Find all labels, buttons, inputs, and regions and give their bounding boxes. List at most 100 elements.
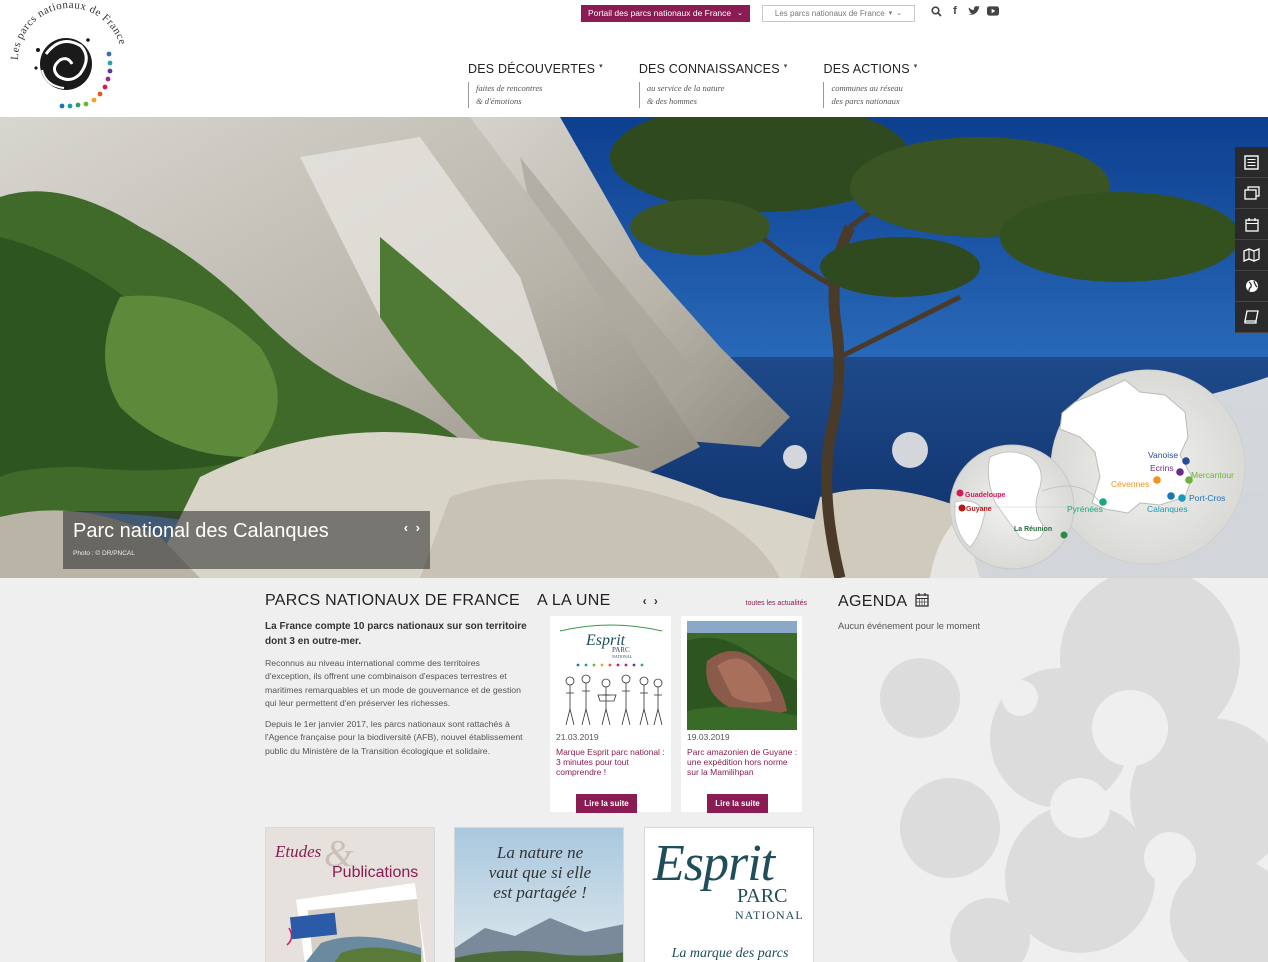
news-image[interactable] <box>687 621 797 730</box>
intro-lead: La France compte 10 parcs nationaux sur … <box>265 621 527 647</box>
news-headline[interactable]: Parc amazonien de Guyane : une expéditio… <box>687 747 799 777</box>
parks-select-label: Les parcs nationaux de France <box>774 8 885 18</box>
agenda-section: AGENDA Aucun événement pour le moment <box>838 592 1058 631</box>
caret-down-icon: ▾ <box>913 63 918 70</box>
newspaper-icon[interactable] <box>1235 147 1268 178</box>
nav-connaissances[interactable]: DES CONNAISSANCES ▾ au service de la natu… <box>638 62 788 108</box>
side-toolbar <box>1235 147 1268 333</box>
intro-section: PARCS NATIONAUX DE FRANCE La France comp… <box>265 592 527 758</box>
news-headline[interactable]: Marque Esprit parc national : 3 minutes … <box>556 747 668 777</box>
slide-caption: Parc national des Calanques Photo : © DR… <box>63 511 430 569</box>
nav-decouvertes-title[interactable]: DES DÉCOUVERTES ▾ <box>468 62 603 76</box>
promo-publications-text: Publications <box>332 864 419 881</box>
book-icon[interactable] <box>1235 302 1268 333</box>
nav-decouvertes-label: DES DÉCOUVERTES <box>468 62 596 76</box>
calendar-icon <box>915 592 929 612</box>
facebook-icon[interactable]: f <box>949 4 961 18</box>
calendar-icon[interactable] <box>1235 209 1268 240</box>
promo-etudes-text: Etudes <box>275 842 322 861</box>
news-image[interactable]: Esprit PARC NATIONAL <box>556 621 666 730</box>
nav-subtitle-line: communes au réseau <box>831 83 903 93</box>
hero-slider: Vanoise Ecrins Mercantour Cévennes Port-… <box>0 117 1268 578</box>
background-illustration <box>880 578 1268 962</box>
chevron-down-icon: ⌄ <box>737 10 744 17</box>
promo-quote: La nature ne vaut que si elle est partag… <box>455 843 623 903</box>
search-icon[interactable] <box>930 4 942 18</box>
site-header: Les parcs nationaux de France Portail de… <box>0 0 1268 117</box>
read-more-button[interactable]: Lire la suite <box>707 794 768 813</box>
nav-actions-subtitle: communes au réseau des parcs nationaux <box>823 82 917 108</box>
agenda-header: AGENDA <box>838 592 1058 612</box>
intro-title: PARCS NATIONAUX DE FRANCE <box>265 592 520 609</box>
top-bar: Portail des parcs nationaux de France ⌄ … <box>581 4 915 22</box>
agenda-title: AGENDA <box>838 593 907 611</box>
promo-quote-line: La nature ne <box>496 843 584 862</box>
promo-nature-partagee[interactable]: La nature ne vaut que si elle est partag… <box>454 827 624 962</box>
national-logo-text: NATIONAL <box>612 654 633 659</box>
promo-quote-line: vaut que si elle <box>488 863 592 882</box>
promo-marque-text: La marque des parcs <box>671 946 789 961</box>
news-date: 21.03.2019 <box>556 732 599 742</box>
top-icons: f <box>930 4 999 18</box>
photo-credit: Photo : © DR/PNCAL <box>73 550 135 557</box>
nav-connaissances-label: DES CONNAISSANCES <box>638 62 780 76</box>
intro-paragraph: Depuis le 1er janvier 2017, les parcs na… <box>265 719 523 756</box>
youtube-icon[interactable] <box>987 4 999 18</box>
nav-decouvertes[interactable]: DES DÉCOUVERTES ▾ faites de rencontres & … <box>468 62 603 108</box>
nav-subtitle-line: faites de rencontres <box>476 83 543 93</box>
promo-national-text: NATIONAL <box>735 908 804 922</box>
all-news-link[interactable]: toutes les actualités <box>746 600 807 607</box>
portal-dropdown[interactable]: Portail des parcs nationaux de France ⌄ <box>581 4 750 22</box>
site-logo[interactable]: Les parcs nationaux de France <box>4 0 132 114</box>
map-label-guadeloupe[interactable]: Guadeloupe <box>965 492 1006 499</box>
globe-icon[interactable] <box>1235 271 1268 302</box>
nav-actions[interactable]: DES ACTIONS ▾ communes au réseau des parc… <box>823 62 917 108</box>
map-label-portcros[interactable]: Port-Cros <box>1189 493 1225 503</box>
promo-esprit-parc[interactable]: Esprit PARC NATIONAL La marque des parcs <box>644 827 814 962</box>
main-nav: DES DÉCOUVERTES ▾ faites de rencontres & … <box>468 62 953 108</box>
publications-illustration <box>286 883 426 962</box>
promo-quote-line: est partagée ! <box>493 883 587 902</box>
caret-down-icon: ▾ <box>888 10 893 17</box>
news-card[interactable]: 19.03.2019 Parc amazonien de Guyane : un… <box>681 616 802 813</box>
parks-select[interactable]: Les parcs nationaux de France ▾ ⌄ <box>762 4 915 22</box>
hero-image: Vanoise Ecrins Mercantour Cévennes Port-… <box>0 117 1268 578</box>
news-title: A LA UNE <box>537 592 611 609</box>
nav-subtitle-line: des parcs nationaux <box>831 96 900 106</box>
map-label-calanques[interactable]: Calanques <box>1147 504 1188 514</box>
map-label-guyane[interactable]: Guyane <box>966 506 992 513</box>
news-arrows[interactable]: ‹ › <box>643 594 660 608</box>
promo-etudes-publications[interactable]: Etudes & Publications <box>265 827 435 962</box>
map-label-cevennes[interactable]: Cévennes <box>1111 479 1149 489</box>
gallery-icon[interactable] <box>1235 178 1268 209</box>
slide-arrows[interactable]: ‹ › <box>404 520 422 535</box>
news-section: A LA UNE ‹ › toutes les actualités Espri… <box>537 592 807 813</box>
nav-subtitle-line: & des hommes <box>646 96 697 106</box>
promo-parc-text: PARC <box>737 885 788 907</box>
news-date: 19.03.2019 <box>687 732 730 742</box>
map-label-ecrins[interactable]: Ecrins <box>1150 463 1174 473</box>
intro-paragraph: Reconnus au niveau international comme d… <box>265 658 521 708</box>
nav-subtitle-line: au service de la nature <box>646 83 725 93</box>
nav-connaissances-subtitle: au service de la nature & des hommes <box>638 82 788 108</box>
chevron-down-icon: ⌄ <box>896 10 903 17</box>
portal-dropdown-label: Portail des parcs nationaux de France <box>587 8 732 18</box>
nav-actions-label: DES ACTIONS <box>823 62 910 76</box>
map-label-vanoise[interactable]: Vanoise <box>1148 450 1178 460</box>
slide-title[interactable]: Parc national des Calanques <box>73 520 329 543</box>
map-label-mercantour[interactable]: Mercantour <box>1191 470 1234 480</box>
caret-down-icon: ▾ <box>783 63 788 70</box>
nav-subtitle-line: & d'émotions <box>476 96 522 106</box>
map-icon[interactable] <box>1235 240 1268 271</box>
caret-down-icon: ▾ <box>599 63 603 70</box>
nav-connaissances-title[interactable]: DES CONNAISSANCES ▾ <box>639 62 788 76</box>
nav-decouvertes-subtitle: faites de rencontres & d'émotions <box>468 82 603 108</box>
nav-actions-title[interactable]: DES ACTIONS ▾ <box>823 62 917 76</box>
agenda-empty-message: Aucun événement pour le moment <box>838 621 981 631</box>
read-more-button[interactable]: Lire la suite <box>576 794 637 813</box>
news-card[interactable]: Esprit PARC NATIONAL 21.03.2019 Marque E… <box>550 616 671 813</box>
map-label-reunion[interactable]: La Réunion <box>1014 526 1052 533</box>
twitter-icon[interactable] <box>968 4 980 18</box>
parc-logo-text: PARC <box>612 646 630 654</box>
map-label-pyrenees[interactable]: Pyrénées <box>1067 504 1103 514</box>
